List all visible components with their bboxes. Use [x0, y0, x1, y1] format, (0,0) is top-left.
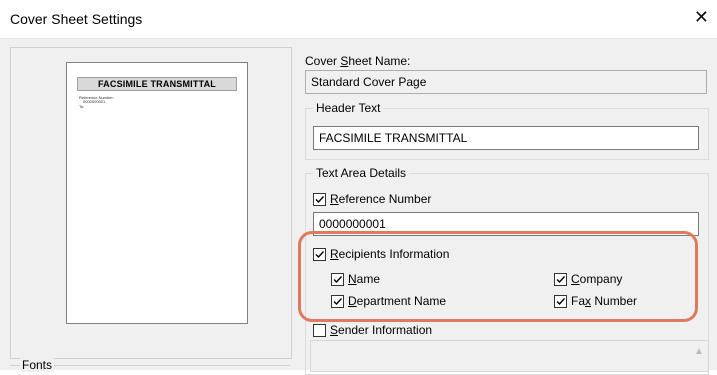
cover-preview-page: FACSIMILE TRANSMITTAL Reference Number: … — [66, 62, 248, 324]
dialog-body: FACSIMILE TRANSMITTAL Reference Number: … — [0, 39, 717, 375]
text-area-details-legend: Text Area Details — [313, 166, 410, 180]
cover-preview-panel: FACSIMILE TRANSMITTAL Reference Number: … — [10, 47, 292, 359]
reference-number-label[interactable]: Reference Number — [330, 192, 431, 206]
close-icon[interactable]: ✕ — [694, 7, 709, 28]
header-text-legend: Header Text — [313, 101, 384, 115]
preview-reference-value: 0000000001 — [83, 99, 106, 104]
reference-number-checkbox[interactable] — [313, 193, 326, 206]
sender-information-text-area: ▲ — [310, 340, 709, 372]
preview-header-text: FACSIMILE TRANSMITTAL — [77, 77, 237, 91]
scroll-up-icon: ▲ — [694, 346, 704, 357]
header-text-input[interactable]: FACSIMILE TRANSMITTAL — [313, 126, 699, 150]
cover-sheet-name-field[interactable]: Standard Cover Page — [305, 70, 707, 94]
title-bar: Cover Sheet Settings ✕ — [0, 0, 717, 39]
sender-information-checkbox[interactable] — [313, 324, 326, 337]
sender-information-label[interactable]: Sender Information — [330, 323, 432, 337]
window-title: Cover Sheet Settings — [10, 11, 143, 27]
cover-sheet-name-label: Cover Sheet Name: — [305, 54, 411, 68]
recipients-highlight-annotation — [298, 231, 698, 322]
preview-to-label: To: — [79, 104, 85, 109]
